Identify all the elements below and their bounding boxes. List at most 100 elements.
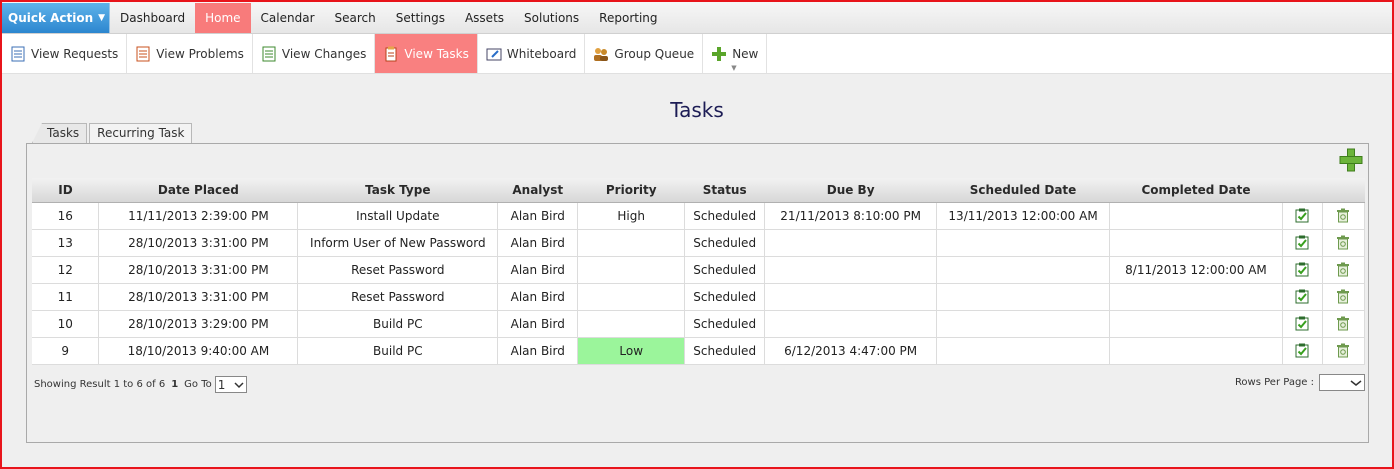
- cell-id: 16: [32, 202, 100, 230]
- whiteboard-button[interactable]: Whiteboard: [478, 34, 586, 73]
- nav-settings[interactable]: Settings: [386, 3, 455, 33]
- complete-task-icon[interactable]: [1295, 343, 1309, 358]
- cell-task-type: Reset Password: [297, 256, 499, 284]
- table-row[interactable]: 12 28/10/2013 3:31:00 PM Reset Password Ala…: [32, 256, 1366, 284]
- changes-icon: [262, 46, 276, 61]
- cell-date-placed: 28/10/2013 3:31:00 PM: [98, 256, 299, 284]
- cell-date-placed: 28/10/2013 3:31:00 PM: [98, 229, 299, 257]
- sub-toolbar: View Requests View Problems View Changes…: [2, 34, 1392, 74]
- cell-id: 9: [32, 337, 100, 365]
- trash-icon[interactable]: [1336, 262, 1350, 277]
- tab-recurring-task[interactable]: Recurring Task: [89, 123, 193, 143]
- complete-task-icon[interactable]: [1295, 289, 1309, 304]
- complete-task-icon[interactable]: [1295, 235, 1309, 250]
- table-row[interactable]: 16 11/11/2013 2:39:00 PM Install Update Ala…: [32, 202, 1366, 230]
- cell-id: 10: [32, 310, 100, 338]
- cell-status: Scheduled: [684, 229, 766, 257]
- nav-assets[interactable]: Assets: [455, 3, 514, 33]
- cell-due-by: 21/11/2013 8:10:00 PM: [764, 202, 938, 230]
- col-scheduled-date[interactable]: Scheduled Date: [936, 178, 1110, 203]
- col-id[interactable]: ID: [32, 178, 99, 203]
- rows-per-page-select[interactable]: [1319, 374, 1365, 391]
- complete-task-icon[interactable]: [1295, 208, 1309, 223]
- col-task-type[interactable]: Task Type: [297, 178, 498, 203]
- nav-solutions[interactable]: Solutions: [514, 3, 589, 33]
- view-tasks-button[interactable]: View Tasks: [375, 34, 478, 73]
- requests-icon: [11, 46, 25, 61]
- view-changes-label: View Changes: [281, 46, 367, 61]
- view-changes-button[interactable]: View Changes: [253, 34, 376, 73]
- trash-icon[interactable]: [1336, 208, 1350, 223]
- plus-icon: [712, 46, 727, 61]
- cell-completed-date: [1109, 202, 1283, 230]
- tasks-icon: [385, 46, 397, 61]
- cell-due-by: [764, 283, 938, 311]
- quick-action-button[interactable]: Quick Action ▼: [2, 2, 110, 33]
- table-header-row: ID Date Placed Task Type Analyst Priorit…: [32, 178, 1365, 203]
- cell-id: 11: [32, 283, 100, 311]
- whiteboard-label: Whiteboard: [506, 46, 577, 61]
- complete-task-cell: [1282, 283, 1323, 311]
- table-row[interactable]: 9 18/10/2013 9:40:00 AM Build PC Alan Bird L…: [32, 337, 1366, 365]
- nav-calendar[interactable]: Calendar: [251, 3, 325, 33]
- cell-status: Scheduled: [684, 202, 766, 230]
- group-queue-button[interactable]: Group Queue: [585, 34, 704, 73]
- col-status[interactable]: Status: [684, 178, 765, 203]
- delete-task-cell: [1322, 337, 1366, 365]
- goto-page-value: 1: [217, 377, 226, 392]
- top-nav: Quick Action ▼ Dashboard Home Calendar S…: [2, 2, 1392, 34]
- trash-icon[interactable]: [1336, 235, 1350, 250]
- col-priority[interactable]: Priority: [577, 178, 685, 203]
- complete-task-icon[interactable]: [1295, 262, 1309, 277]
- cell-due-by: [764, 310, 938, 338]
- goto-page-select[interactable]: 1: [214, 376, 247, 393]
- cell-analyst: Alan Bird: [497, 310, 579, 338]
- cell-completed-date: [1109, 337, 1283, 365]
- whiteboard-icon: [486, 48, 502, 60]
- complete-task-cell: [1282, 256, 1323, 284]
- page-title: Tasks: [670, 98, 724, 122]
- cell-task-type: Build PC: [297, 337, 499, 365]
- cell-date-placed: 11/11/2013 2:39:00 PM: [98, 202, 299, 230]
- delete-task-cell: [1322, 310, 1366, 338]
- new-label: New: [732, 46, 759, 61]
- trash-icon[interactable]: [1336, 343, 1350, 358]
- nav-reporting[interactable]: Reporting: [589, 3, 667, 33]
- nav-dashboard[interactable]: Dashboard: [110, 3, 195, 33]
- col-due-by[interactable]: Due By: [764, 178, 937, 203]
- cell-completed-date: [1109, 229, 1283, 257]
- col-date-placed[interactable]: Date Placed: [98, 178, 298, 203]
- complete-task-icon[interactable]: [1295, 316, 1309, 331]
- view-problems-button[interactable]: View Problems: [127, 34, 253, 73]
- cell-date-placed: 28/10/2013 3:29:00 PM: [98, 310, 299, 338]
- cell-due-by: [764, 256, 938, 284]
- cell-scheduled-date: [936, 283, 1111, 311]
- cell-due-by: 6/12/2013 4:47:00 PM: [764, 337, 938, 365]
- view-requests-button[interactable]: View Requests: [2, 34, 128, 73]
- cell-due-by: [764, 229, 938, 257]
- cell-priority: High: [577, 202, 686, 230]
- add-task-icon[interactable]: [1339, 148, 1363, 172]
- page-number[interactable]: 1: [171, 379, 178, 390]
- delete-task-cell: [1322, 256, 1366, 284]
- new-button[interactable]: New ▼: [703, 34, 768, 73]
- view-problems-label: View Problems: [156, 46, 244, 61]
- cell-task-type: Build PC: [297, 310, 499, 338]
- nav-home[interactable]: Home: [195, 2, 251, 33]
- table-row[interactable]: 11 28/10/2013 3:31:00 PM Reset Password Ala…: [32, 283, 1366, 311]
- col-completed-date[interactable]: Completed Date: [1109, 178, 1283, 203]
- nav-search[interactable]: Search: [325, 3, 386, 33]
- cell-completed-date: 8/11/2013 12:00:00 AM: [1109, 256, 1283, 284]
- trash-icon[interactable]: [1336, 289, 1350, 304]
- chevron-down-icon[interactable]: ▼: [731, 64, 736, 72]
- chevron-down-icon: ▼: [98, 12, 106, 23]
- trash-icon[interactable]: [1336, 316, 1350, 331]
- tab-tasks[interactable]: Tasks: [32, 123, 88, 143]
- table-row[interactable]: 13 28/10/2013 3:31:00 PM Inform User of Ne…: [32, 229, 1366, 257]
- cell-analyst: Alan Bird: [497, 202, 579, 230]
- cell-date-placed: 18/10/2013 9:40:00 AM: [98, 337, 299, 365]
- problems-icon: [136, 46, 150, 61]
- table-row[interactable]: 10 28/10/2013 3:29:00 PM Build PC Alan Bird…: [32, 310, 1366, 338]
- cell-analyst: Alan Bird: [497, 256, 579, 284]
- col-analyst[interactable]: Analyst: [497, 178, 578, 203]
